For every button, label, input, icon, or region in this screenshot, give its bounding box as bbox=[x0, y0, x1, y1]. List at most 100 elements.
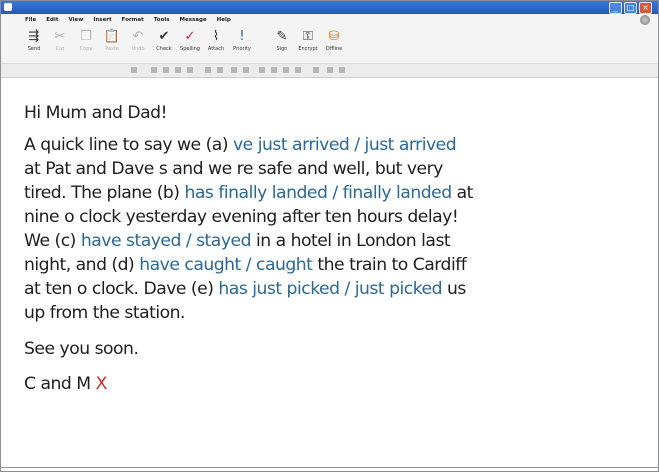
numbering-icon[interactable] bbox=[205, 67, 211, 73]
priority-button[interactable]: ! Priority bbox=[231, 28, 253, 52]
hyperlink-icon[interactable] bbox=[327, 67, 333, 73]
answer-c: have stayed / stayed bbox=[80, 231, 252, 251]
line-6-post: the train to Cardiff bbox=[317, 255, 467, 275]
increase-indent-icon[interactable] bbox=[243, 67, 249, 73]
copy-button[interactable]: ❐ Copy bbox=[75, 28, 97, 52]
line-7-pre: at ten o clock. Dave (e) bbox=[24, 279, 214, 299]
paste-button[interactable]: 📋 Paste bbox=[101, 28, 123, 52]
copy-icon: ❐ bbox=[80, 29, 92, 44]
send-icon: ⇶ bbox=[28, 29, 40, 44]
offline-icon: ⛁ bbox=[328, 29, 340, 44]
font-select-icon[interactable] bbox=[131, 67, 137, 73]
align-left-icon[interactable] bbox=[259, 67, 265, 73]
sign-label: Sign bbox=[276, 46, 288, 52]
bullets-icon[interactable] bbox=[217, 67, 223, 73]
answer-a: ve just arrived / just arrived bbox=[233, 135, 457, 155]
title-bar: _ □ × bbox=[1, 1, 658, 14]
line-6-pre: night, and (d) bbox=[24, 255, 135, 275]
sign-button[interactable]: ✎ Sign bbox=[271, 28, 293, 52]
cut-button[interactable]: ✂ Cut bbox=[49, 28, 71, 52]
signature-line: C and M X bbox=[24, 372, 624, 396]
line-7-post: us bbox=[447, 279, 466, 299]
closing: See you soon. bbox=[24, 339, 139, 359]
font-color-icon[interactable] bbox=[187, 67, 193, 73]
greeting: Hi Mum and Dad! bbox=[24, 103, 167, 123]
priority-label: Priority bbox=[233, 46, 251, 52]
kiss: X bbox=[95, 374, 108, 394]
line-3: tired. The plane (b) has finally landed … bbox=[24, 183, 473, 203]
undo-icon: ↶ bbox=[132, 29, 144, 44]
app-icon bbox=[4, 3, 12, 11]
sign-icon: ✎ bbox=[276, 29, 288, 44]
offline-button[interactable]: ⛁ Offline bbox=[323, 28, 345, 52]
spelling-button[interactable]: ✓ Spelling bbox=[179, 28, 201, 52]
undo-button[interactable]: ↶ Undo bbox=[127, 28, 149, 52]
cut-label: Cut bbox=[55, 46, 65, 52]
align-center-icon[interactable] bbox=[271, 67, 277, 73]
spelling-icon: ✓ bbox=[184, 29, 196, 44]
paste-label: Paste bbox=[105, 46, 119, 52]
spelling-label: Spelling bbox=[180, 46, 200, 52]
line-8: up from the station. bbox=[24, 303, 186, 323]
send-label: Send bbox=[27, 46, 41, 52]
answer-b: has finally landed / finally landed bbox=[184, 183, 452, 203]
offline-label: Offline bbox=[325, 46, 343, 52]
bold-icon[interactable] bbox=[151, 67, 157, 73]
encrypt-label: Encrypt bbox=[298, 46, 318, 52]
formatting-bar bbox=[1, 63, 658, 78]
line-3-post: at bbox=[456, 183, 474, 203]
line-6: night, and (d) have caught / caught the … bbox=[24, 255, 467, 275]
line-1: A quick line to say we (a) ve just arriv… bbox=[24, 135, 457, 155]
answer-d: have caught / caught bbox=[139, 255, 313, 275]
check-names-label: Check bbox=[156, 46, 172, 52]
line-1-text: A quick line to say we (a) bbox=[24, 135, 229, 155]
menu-message[interactable]: Message bbox=[180, 17, 207, 23]
menu-file[interactable]: File bbox=[25, 17, 36, 23]
italic-icon[interactable] bbox=[163, 67, 169, 73]
priority-icon: ! bbox=[239, 29, 245, 44]
compose-window: _ □ × File Edit View Insert Format Tools… bbox=[0, 0, 659, 472]
cut-icon: ✂ bbox=[54, 29, 66, 44]
line-3-pre: tired. The plane (b) bbox=[24, 183, 180, 203]
insert-picture-icon[interactable] bbox=[339, 67, 345, 73]
line-5: We (c) have stayed / stayed in a hotel i… bbox=[24, 231, 451, 251]
line-4: nine o clock yesterday evening after ten… bbox=[24, 207, 459, 227]
attach-label: Attach bbox=[207, 46, 225, 52]
line-2: at Pat and Dave s and we re safe and wel… bbox=[24, 159, 443, 179]
answer-e: has just picked / just picked bbox=[218, 279, 443, 299]
align-right-icon[interactable] bbox=[283, 67, 289, 73]
horizontal-line-icon[interactable] bbox=[313, 67, 319, 73]
minimize-button[interactable]: _ bbox=[609, 2, 622, 14]
underline-icon[interactable] bbox=[175, 67, 181, 73]
message-body[interactable]: Hi Mum and Dad! A quick line to say we (… bbox=[24, 101, 624, 396]
paste-icon: 📋 bbox=[103, 29, 121, 44]
attach-icon: ⌇ bbox=[212, 29, 220, 44]
menu-insert[interactable]: Insert bbox=[93, 17, 111, 23]
attach-button[interactable]: ⌇ Attach bbox=[205, 28, 227, 52]
signature: C and M bbox=[24, 374, 91, 394]
message-paragraph: A quick line to say we (a) ve just arriv… bbox=[24, 133, 624, 325]
encrypt-icon: ⚿ bbox=[303, 29, 313, 44]
close-button[interactable]: × bbox=[639, 2, 652, 14]
menu-edit[interactable]: Edit bbox=[46, 17, 58, 23]
line-5-post: in a hotel in London last bbox=[255, 231, 451, 251]
menu-help[interactable]: Help bbox=[217, 17, 231, 23]
encrypt-button[interactable]: ⚿ Encrypt bbox=[297, 28, 319, 52]
decrease-indent-icon[interactable] bbox=[231, 67, 237, 73]
copy-label: Copy bbox=[79, 46, 93, 52]
menu-bar: File Edit View Insert Format Tools Messa… bbox=[1, 14, 658, 26]
bottom-border bbox=[1, 467, 658, 468]
menu-format[interactable]: Format bbox=[122, 17, 144, 23]
line-7: at ten o clock. Dave (e) has just picked… bbox=[24, 279, 466, 299]
line-5-pre: We (c) bbox=[24, 231, 76, 251]
window-controls: _ □ × bbox=[609, 2, 652, 14]
send-button[interactable]: ⇶ Send bbox=[23, 28, 45, 52]
throbber-icon bbox=[640, 15, 650, 25]
menu-tools[interactable]: Tools bbox=[154, 17, 170, 23]
check-names-button[interactable]: ✔ Check bbox=[153, 28, 175, 52]
maximize-button[interactable]: □ bbox=[624, 2, 637, 14]
menu-view[interactable]: View bbox=[68, 17, 83, 23]
check-names-icon: ✔ bbox=[158, 29, 170, 44]
toolbar: ⇶ Send ✂ Cut ❐ Copy 📋 Paste ↶ Undo ✔ Che… bbox=[1, 26, 658, 63]
justify-icon[interactable] bbox=[295, 67, 301, 73]
